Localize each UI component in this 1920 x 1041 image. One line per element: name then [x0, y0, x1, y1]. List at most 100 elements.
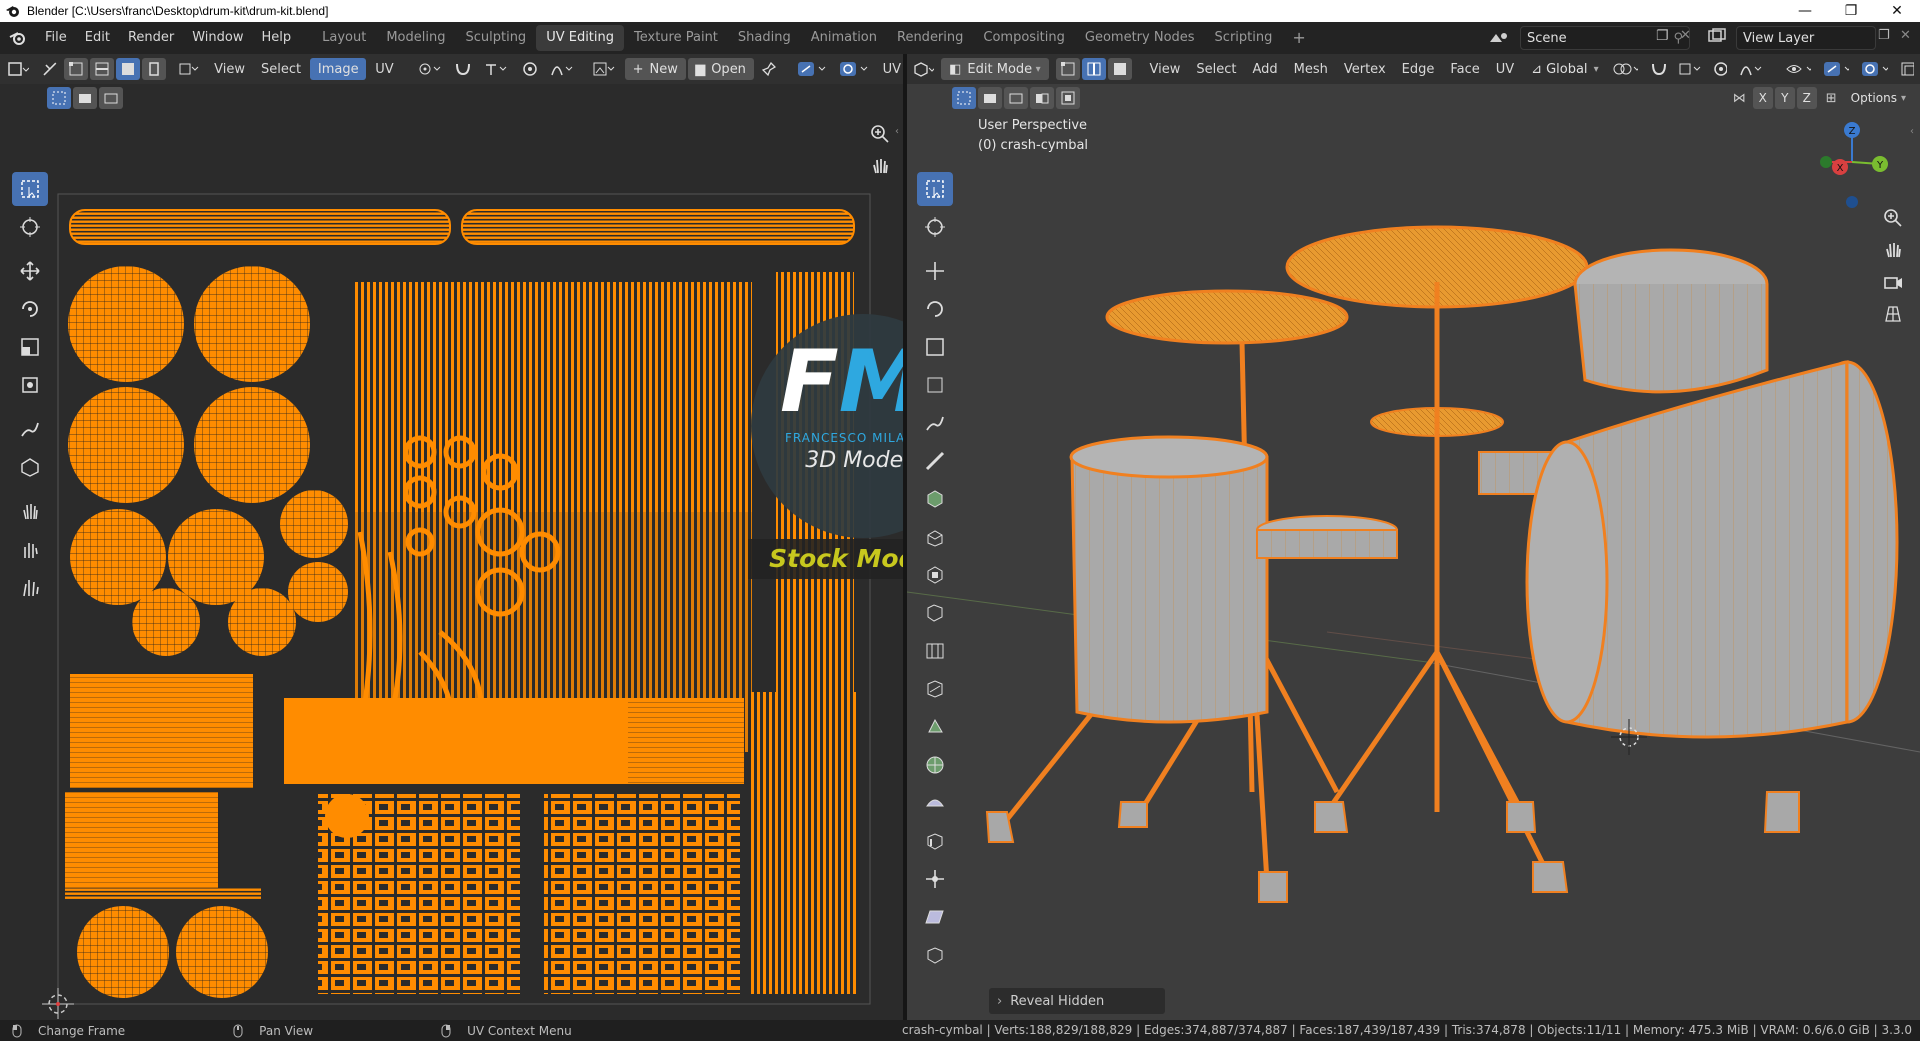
viewport-menu-face[interactable]: Face: [1442, 62, 1487, 77]
vp-select-box-icon[interactable]: [917, 172, 953, 206]
vp-bevel-icon[interactable]: [917, 596, 953, 630]
mirror-z-toggle[interactable]: Z: [1796, 87, 1817, 109]
auto-merge-icon[interactable]: ⊞: [1826, 91, 1837, 106]
tab-animation[interactable]: Animation: [801, 25, 887, 51]
viewport-menu-vertex[interactable]: Vertex: [1336, 62, 1394, 77]
new-image-button[interactable]: + New: [624, 58, 686, 80]
menu-edit[interactable]: Edit: [76, 22, 119, 54]
tab-sculpting[interactable]: Sculpting: [455, 25, 536, 51]
uv-select-extend-icon[interactable]: [73, 87, 97, 109]
view-layer-icon[interactable]: [1706, 28, 1732, 48]
tab-texture-paint[interactable]: Texture Paint: [624, 25, 728, 51]
xray-icon[interactable]: [1895, 58, 1919, 80]
editor-type-3d-icon[interactable]: [908, 58, 939, 80]
navigation-gizmo[interactable]: Z Y X: [1812, 118, 1892, 208]
sync-selection-icon[interactable]: [37, 58, 63, 80]
mirror-x-toggle[interactable]: X: [1752, 87, 1773, 109]
select-mode-group[interactable]: [951, 87, 1081, 109]
pin-image-icon[interactable]: [756, 58, 782, 80]
zoom-icon[interactable]: [866, 120, 894, 148]
blender-menu-icon[interactable]: [0, 30, 36, 46]
image-browse-icon[interactable]: [587, 58, 623, 80]
select-extend-icon[interactable]: [978, 87, 1002, 109]
tab-shading[interactable]: Shading: [728, 25, 801, 51]
drum-kit-mesh[interactable]: [985, 225, 1899, 903]
transform-orientation-dropdown[interactable]: ⊿ Global ▾: [1530, 58, 1599, 80]
mirror-y-toggle[interactable]: Y: [1774, 87, 1795, 109]
vp-edge-slide-icon[interactable]: [917, 824, 953, 858]
vp-rotate-icon[interactable]: [917, 292, 953, 326]
proportional-edit-icon[interactable]: [517, 58, 543, 80]
vp-grid-view-icon[interactable]: [1879, 300, 1907, 328]
tab-uv-editing[interactable]: UV Editing: [536, 25, 625, 51]
select-subtract-icon[interactable]: [1004, 87, 1028, 109]
remove-view-layer-icon[interactable]: ✕: [1900, 28, 1916, 48]
snap-target-icon[interactable]: [479, 58, 515, 80]
uv-menu-image[interactable]: Image: [310, 58, 367, 80]
vp-spin-icon[interactable]: [917, 748, 953, 782]
vp-camera-icon[interactable]: [1879, 268, 1907, 296]
menu-file[interactable]: File: [36, 22, 76, 54]
uv-menu-select[interactable]: Select: [253, 62, 309, 77]
viewport-snap-icon[interactable]: [1645, 58, 1671, 80]
menu-help[interactable]: Help: [253, 22, 301, 54]
minimize-button[interactable]: —: [1782, 0, 1828, 22]
vp-smooth-icon[interactable]: [917, 786, 953, 820]
vp-transform-icon[interactable]: [917, 368, 953, 402]
tab-rendering[interactable]: Rendering: [887, 25, 973, 51]
uv-menu-uv[interactable]: UV: [367, 62, 401, 77]
vp-sidebar-toggle-icon[interactable]: ‹: [1910, 126, 1914, 137]
gizmo-toggle-icon[interactable]: [792, 58, 832, 80]
sticky-select-icon[interactable]: [173, 58, 205, 80]
uv-select-subtract-icon[interactable]: [99, 87, 123, 109]
snap-icon[interactable]: [449, 58, 477, 80]
vp-measure-icon[interactable]: [917, 444, 953, 478]
pivot-point-icon[interactable]: [412, 58, 448, 80]
vp-inset-icon[interactable]: [917, 558, 953, 592]
edge-select-icon[interactable]: [90, 58, 115, 80]
uv-selection-mode-group[interactable]: [46, 87, 124, 109]
view-layer-field[interactable]: View Layer: [1736, 26, 1876, 50]
vp-shrink-icon[interactable]: [917, 862, 953, 896]
viewport-menu-edge[interactable]: Edge: [1394, 62, 1443, 77]
new-scene-icon[interactable]: ❐: [1656, 28, 1678, 48]
viewport-gizmo-icon[interactable]: [1818, 58, 1854, 80]
menu-window[interactable]: Window: [183, 22, 252, 54]
viewport-menu-uv[interactable]: UV: [1488, 62, 1522, 77]
open-image-button[interactable]: ▆ Open: [687, 58, 754, 80]
select-new-icon[interactable]: [952, 87, 976, 109]
island-select-icon[interactable]: [142, 58, 167, 80]
viewport-menu-add[interactable]: Add: [1244, 62, 1285, 77]
viewport-proportional-icon[interactable]: [1708, 58, 1732, 80]
select-invert-icon[interactable]: [1030, 87, 1054, 109]
editor-type-uv-icon[interactable]: [1, 58, 35, 80]
vp-rip-icon[interactable]: [917, 938, 953, 972]
vertex-mode-icon[interactable]: [1055, 58, 1080, 80]
pan-hand-icon[interactable]: [866, 152, 894, 180]
tab-scripting[interactable]: Scripting: [1205, 25, 1283, 51]
visibility-icon[interactable]: [1780, 58, 1816, 80]
face-select-icon[interactable]: [116, 58, 141, 80]
falloff-icon[interactable]: [545, 58, 581, 80]
mirror-icon[interactable]: ⋈: [1733, 91, 1746, 106]
uv-editor-area[interactable]: View Select Image UV + New ▆ Open UV ‹ F…: [0, 54, 903, 1020]
vertex-select-icon[interactable]: [64, 58, 89, 80]
menu-render[interactable]: Render: [119, 22, 183, 54]
mode-dropdown[interactable]: ◧ Edit Mode ▾: [941, 58, 1049, 80]
maximize-button[interactable]: ❐: [1828, 0, 1874, 22]
snap-element-icon[interactable]: [1673, 58, 1706, 80]
sidebar-toggle-icon[interactable]: ‹: [895, 126, 899, 137]
viewport-menu-mesh[interactable]: Mesh: [1286, 62, 1336, 77]
pivot-icon[interactable]: [1607, 58, 1643, 80]
vp-knife-icon[interactable]: [917, 672, 953, 706]
uv-menu-view[interactable]: View: [206, 62, 253, 77]
vp-loop-cut-icon[interactable]: [917, 634, 953, 668]
viewport-overlay-icon[interactable]: [1856, 58, 1892, 80]
vp-scale-icon[interactable]: [917, 330, 953, 364]
tab-layout[interactable]: Layout: [312, 25, 376, 51]
vp-add-cube-icon[interactable]: [917, 482, 953, 516]
viewport-menu-select[interactable]: Select: [1188, 62, 1244, 77]
vp-shear-icon[interactable]: [917, 900, 953, 934]
3d-viewport-area[interactable]: ◧ Edit Mode ▾ View Select Add Mesh Verte…: [907, 54, 1920, 1020]
viewport-falloff-icon[interactable]: [1734, 58, 1767, 80]
